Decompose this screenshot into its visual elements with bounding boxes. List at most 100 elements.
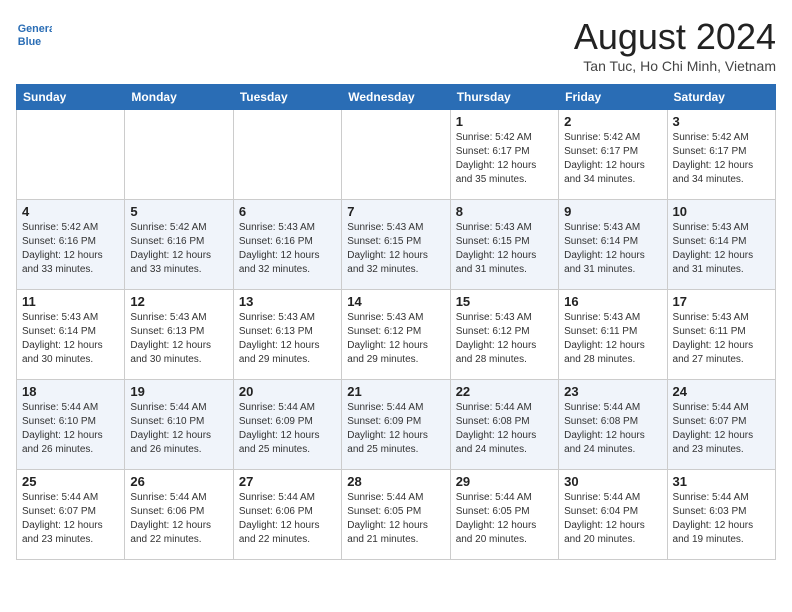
day-number: 27 — [239, 474, 336, 489]
day-number: 15 — [456, 294, 553, 309]
day-info: Sunrise: 5:44 AM Sunset: 6:05 PM Dayligh… — [347, 491, 444, 547]
calendar-day-cell: 10 Sunrise: 5:43 AM Sunset: 6:14 PM Dayli… — [667, 200, 775, 290]
calendar-day-cell: 5 Sunrise: 5:42 AM Sunset: 6:16 PM Daylig… — [125, 200, 233, 290]
svg-text:Blue: Blue — [18, 36, 41, 48]
location: Tan Tuc, Ho Chi Minh, Vietnam — [574, 58, 776, 74]
day-info: Sunrise: 5:44 AM Sunset: 6:06 PM Dayligh… — [239, 491, 336, 547]
day-number: 26 — [130, 474, 227, 489]
calendar-day-cell: 25 Sunrise: 5:44 AM Sunset: 6:07 PM Dayli… — [17, 470, 125, 560]
calendar-week-row: 18 Sunrise: 5:44 AM Sunset: 6:10 PM Dayli… — [17, 380, 776, 470]
svg-text:General: General — [18, 23, 52, 35]
day-number: 4 — [22, 204, 119, 219]
day-number: 31 — [673, 474, 770, 489]
day-info: Sunrise: 5:42 AM Sunset: 6:16 PM Dayligh… — [130, 221, 227, 277]
calendar-day-cell: 30Sunrise: 5:44 AM Sunset: 6:04 PM Dayli… — [559, 470, 667, 560]
calendar-day-cell: 28 Sunrise: 5:44 AM Sunset: 6:05 PM Dayli… — [342, 470, 450, 560]
weekday-header-tuesday: Tuesday — [233, 85, 341, 110]
day-info: Sunrise: 5:43 AM Sunset: 6:13 PM Dayligh… — [239, 311, 336, 367]
day-number: 5 — [130, 204, 227, 219]
day-info: Sunrise: 5:42 AM Sunset: 6:17 PM Dayligh… — [456, 131, 553, 187]
calendar-week-row: 4 Sunrise: 5:42 AM Sunset: 6:16 PM Daylig… — [17, 200, 776, 290]
calendar-day-cell: 26 Sunrise: 5:44 AM Sunset: 6:06 PM Dayli… — [125, 470, 233, 560]
day-info: Sunrise: 5:43 AM Sunset: 6:12 PM Dayligh… — [456, 311, 553, 367]
calendar-day-cell: 13 Sunrise: 5:43 AM Sunset: 6:13 PM Dayli… — [233, 290, 341, 380]
day-info: Sunrise: 5:44 AM Sunset: 6:09 PM Dayligh… — [239, 401, 336, 457]
calendar-day-cell: 1 Sunrise: 5:42 AM Sunset: 6:17 PM Daylig… — [450, 110, 558, 200]
weekday-header-sunday: Sunday — [17, 85, 125, 110]
day-number: 25 — [22, 474, 119, 489]
weekday-header-saturday: Saturday — [667, 85, 775, 110]
day-number: 11 — [22, 294, 119, 309]
day-info: Sunrise: 5:43 AM Sunset: 6:12 PM Dayligh… — [347, 311, 444, 367]
day-number: 6 — [239, 204, 336, 219]
calendar-day-cell: 14 Sunrise: 5:43 AM Sunset: 6:12 PM Dayli… — [342, 290, 450, 380]
calendar-day-cell: 9 Sunrise: 5:43 AM Sunset: 6:14 PM Daylig… — [559, 200, 667, 290]
day-info: Sunrise: 5:43 AM Sunset: 6:11 PM Dayligh… — [673, 311, 770, 367]
calendar-day-cell: 2 Sunrise: 5:42 AM Sunset: 6:17 PM Daylig… — [559, 110, 667, 200]
day-number: 10 — [673, 204, 770, 219]
day-info: Sunrise: 5:43 AM Sunset: 6:14 PM Dayligh… — [673, 221, 770, 277]
calendar-day-cell: 18Sunrise: 5:44 AM Sunset: 6:10 PM Dayli… — [17, 380, 125, 470]
calendar-day-cell — [342, 110, 450, 200]
day-info: Sunrise: 5:43 AM Sunset: 6:11 PM Dayligh… — [564, 311, 661, 367]
day-info: Sunrise: 5:43 AM Sunset: 6:15 PM Dayligh… — [347, 221, 444, 277]
weekday-header-thursday: Thursday — [450, 85, 558, 110]
day-info: Sunrise: 5:44 AM Sunset: 6:07 PM Dayligh… — [22, 491, 119, 547]
calendar-day-cell: 15 Sunrise: 5:43 AM Sunset: 6:12 PM Dayli… — [450, 290, 558, 380]
day-number: 2 — [564, 114, 661, 129]
logo: General Blue — [16, 16, 52, 52]
title-block: August 2024 Tan Tuc, Ho Chi Minh, Vietna… — [574, 16, 776, 74]
calendar-day-cell — [17, 110, 125, 200]
day-number: 19 — [130, 384, 227, 399]
calendar-day-cell: 21 Sunrise: 5:44 AM Sunset: 6:09 PM Dayli… — [342, 380, 450, 470]
day-number: 1 — [456, 114, 553, 129]
day-info: Sunrise: 5:44 AM Sunset: 6:05 PM Dayligh… — [456, 491, 553, 547]
day-info: Sunrise: 5:43 AM Sunset: 6:14 PM Dayligh… — [22, 311, 119, 367]
month-title: August 2024 — [574, 16, 776, 58]
day-number: 21 — [347, 384, 444, 399]
day-info: Sunrise: 5:42 AM Sunset: 6:17 PM Dayligh… — [673, 131, 770, 187]
calendar-day-cell: 8 Sunrise: 5:43 AM Sunset: 6:15 PM Daylig… — [450, 200, 558, 290]
day-info: Sunrise: 5:43 AM Sunset: 6:13 PM Dayligh… — [130, 311, 227, 367]
day-number: 9 — [564, 204, 661, 219]
calendar-day-cell: 27 Sunrise: 5:44 AM Sunset: 6:06 PM Dayli… — [233, 470, 341, 560]
calendar-day-cell: 17 Sunrise: 5:43 AM Sunset: 6:11 PM Dayli… — [667, 290, 775, 380]
day-number: 7 — [347, 204, 444, 219]
day-number: 28 — [347, 474, 444, 489]
day-number: 30 — [564, 474, 661, 489]
day-number: 24 — [673, 384, 770, 399]
day-info: Sunrise: 5:44 AM Sunset: 6:06 PM Dayligh… — [130, 491, 227, 547]
calendar-day-cell: 7 Sunrise: 5:43 AM Sunset: 6:15 PM Daylig… — [342, 200, 450, 290]
day-number: 16 — [564, 294, 661, 309]
day-info: Sunrise: 5:44 AM Sunset: 6:08 PM Dayligh… — [564, 401, 661, 457]
day-number: 12 — [130, 294, 227, 309]
day-number: 3 — [673, 114, 770, 129]
day-info: Sunrise: 5:43 AM Sunset: 6:15 PM Dayligh… — [456, 221, 553, 277]
calendar-day-cell: 23Sunrise: 5:44 AM Sunset: 6:08 PM Dayli… — [559, 380, 667, 470]
day-number: 8 — [456, 204, 553, 219]
day-info: Sunrise: 5:42 AM Sunset: 6:17 PM Dayligh… — [564, 131, 661, 187]
day-number: 20 — [239, 384, 336, 399]
calendar-week-row: 11 Sunrise: 5:43 AM Sunset: 6:14 PM Dayli… — [17, 290, 776, 380]
day-info: Sunrise: 5:44 AM Sunset: 6:10 PM Dayligh… — [130, 401, 227, 457]
calendar-day-cell: 11 Sunrise: 5:43 AM Sunset: 6:14 PM Dayli… — [17, 290, 125, 380]
day-number: 14 — [347, 294, 444, 309]
calendar-day-cell: 12 Sunrise: 5:43 AM Sunset: 6:13 PM Dayli… — [125, 290, 233, 380]
day-info: Sunrise: 5:42 AM Sunset: 6:16 PM Dayligh… — [22, 221, 119, 277]
day-info: Sunrise: 5:44 AM Sunset: 6:03 PM Dayligh… — [673, 491, 770, 547]
calendar-day-cell: 29 Sunrise: 5:44 AM Sunset: 6:05 PM Dayli… — [450, 470, 558, 560]
calendar-day-cell: 3 Sunrise: 5:42 AM Sunset: 6:17 PM Daylig… — [667, 110, 775, 200]
day-info: Sunrise: 5:44 AM Sunset: 6:09 PM Dayligh… — [347, 401, 444, 457]
day-number: 18 — [22, 384, 119, 399]
day-number: 22 — [456, 384, 553, 399]
day-info: Sunrise: 5:44 AM Sunset: 6:07 PM Dayligh… — [673, 401, 770, 457]
day-number: 29 — [456, 474, 553, 489]
day-number: 17 — [673, 294, 770, 309]
calendar-day-cell: 16 Sunrise: 5:43 AM Sunset: 6:11 PM Dayli… — [559, 290, 667, 380]
calendar-day-cell: 4 Sunrise: 5:42 AM Sunset: 6:16 PM Daylig… — [17, 200, 125, 290]
calendar-day-cell: 20 Sunrise: 5:44 AM Sunset: 6:09 PM Dayli… — [233, 380, 341, 470]
calendar-week-row: 1 Sunrise: 5:42 AM Sunset: 6:17 PM Daylig… — [17, 110, 776, 200]
day-number: 13 — [239, 294, 336, 309]
day-info: Sunrise: 5:43 AM Sunset: 6:14 PM Dayligh… — [564, 221, 661, 277]
calendar-day-cell — [233, 110, 341, 200]
